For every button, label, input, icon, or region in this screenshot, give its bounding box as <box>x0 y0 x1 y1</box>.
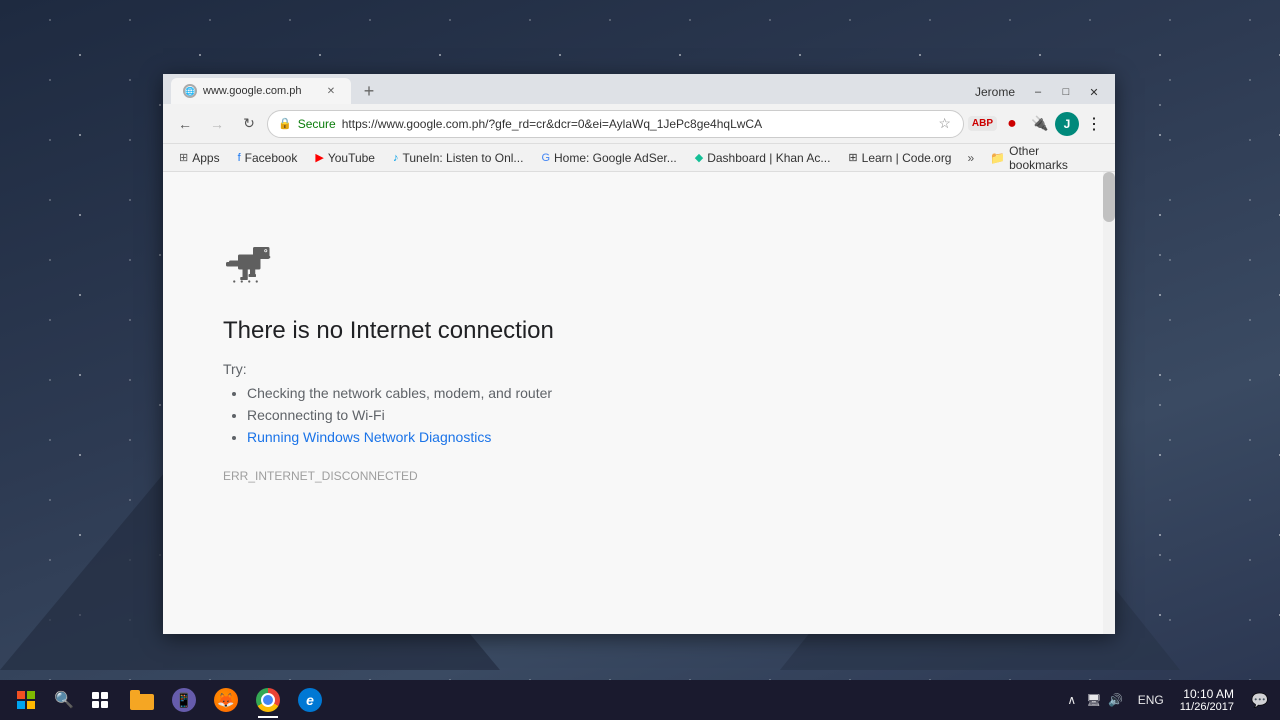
suggestion-1: Checking the network cables, modem, and … <box>247 385 1055 401</box>
network-icon[interactable]: 🖥 <box>1084 690 1104 710</box>
windows-logo-icon <box>17 691 35 709</box>
lastpass-button[interactable]: ● <box>999 111 1025 137</box>
error-code: ERR_INTERNET_DISCONNECTED <box>223 469 1055 483</box>
notification-button[interactable]: 💬 <box>1246 680 1274 720</box>
code-icon: ⊞ <box>848 151 857 164</box>
bookmark-google-ads-label: Home: Google AdSer... <box>554 151 677 165</box>
error-suggestions: Checking the network cables, modem, and … <box>223 385 1055 445</box>
google-icon: G <box>541 152 550 164</box>
suggestion-3[interactable]: Running Windows Network Diagnostics <box>247 429 1055 445</box>
taskbar-edge[interactable]: e <box>290 680 330 720</box>
maximize-button[interactable]: □ <box>1053 82 1079 102</box>
tab-close-button[interactable]: ✕ <box>323 83 339 99</box>
title-bar: 🌐 www.google.com.ph ✕ + Jerome – □ ✕ <box>163 74 1115 104</box>
window-controls: Jerome – □ ✕ <box>975 82 1107 102</box>
task-view-icon <box>92 692 108 708</box>
page-content: There is no Internet connection Try: Che… <box>163 172 1115 634</box>
task-view-button[interactable] <box>82 682 118 718</box>
bookmark-youtube-label: YouTube <box>328 151 375 165</box>
bookmark-youtube[interactable]: ▶ YouTube <box>307 148 383 168</box>
bookmark-code[interactable]: ⊞ Learn | Code.org <box>840 148 959 168</box>
taskbar-chrome[interactable] <box>248 680 288 720</box>
minimize-button[interactable]: – <box>1025 82 1051 102</box>
secure-label: Secure <box>298 117 336 131</box>
chrome-icon <box>256 688 280 712</box>
scrollbar[interactable] <box>1103 172 1115 634</box>
bookmark-google-ads[interactable]: G Home: Google AdSer... <box>533 148 684 168</box>
bookmark-code-label: Learn | Code.org <box>862 151 952 165</box>
facebook-icon: f <box>238 152 241 164</box>
suggestion-2: Reconnecting to Wi-Fi <box>247 407 1055 423</box>
tray-up-arrow[interactable]: ∧ <box>1062 690 1082 710</box>
tab-label: www.google.com.ph <box>203 85 301 97</box>
desktop: 🌐 www.google.com.ph ✕ + Jerome – □ ✕ ← →… <box>0 0 1280 720</box>
tunein-icon: ♪ <box>393 152 399 164</box>
network-diagnostics-link[interactable]: Running Windows Network Diagnostics <box>247 429 491 445</box>
tab-favicon: 🌐 <box>183 84 197 98</box>
youtube-icon: ▶ <box>315 151 323 164</box>
search-button[interactable]: 🔍 <box>46 682 82 718</box>
error-title: There is no Internet connection <box>223 317 1055 345</box>
bookmark-tunein-label: TuneIn: Listen to Onl... <box>402 151 523 165</box>
user-avatar[interactable]: J <box>1055 112 1079 136</box>
clock-time: 10:10 AM <box>1183 687 1234 701</box>
dino-icon <box>223 232 283 292</box>
menu-button[interactable]: ⋮ <box>1081 111 1107 137</box>
forward-button[interactable]: → <box>203 110 231 138</box>
extension-button[interactable]: 🔌 <box>1027 111 1053 137</box>
bookmark-tunein[interactable]: ♪ TuneIn: Listen to Onl... <box>385 148 531 168</box>
user-name-label: Jerome <box>975 85 1015 99</box>
adblock-plus-button[interactable]: ABP <box>968 116 997 131</box>
bookmark-facebook[interactable]: f Facebook <box>230 148 306 168</box>
bookmarks-bar: ⊞ Apps f Facebook ▶ YouTube ♪ TuneIn: Li… <box>163 144 1115 172</box>
dino-container <box>223 232 1055 297</box>
other-bookmarks-label: Other bookmarks <box>1009 144 1099 172</box>
taskbar-right-section: ∧ 🖥 🔊 ENG 10:10 AM 11/26/2017 💬 <box>1058 680 1274 720</box>
language-indicator[interactable]: ENG <box>1134 693 1168 707</box>
taskbar: 🔍 📱 🦊 <box>0 680 1280 720</box>
bookmark-apps-label: Apps <box>192 151 219 165</box>
clock-display[interactable]: 10:10 AM 11/26/2017 <box>1172 687 1242 713</box>
browser-window: 🌐 www.google.com.ph ✕ + Jerome – □ ✕ ← →… <box>163 74 1115 634</box>
address-bar[interactable]: 🔒 Secure https://www.google.com.ph/?gfe_… <box>267 110 964 138</box>
bookmark-apps[interactable]: ⊞ Apps <box>171 148 228 168</box>
khan-icon: ◆ <box>695 151 703 164</box>
clock-date: 11/26/2017 <box>1180 701 1234 713</box>
edge-icon: e <box>298 688 322 712</box>
firefox-icon: 🦊 <box>214 688 238 712</box>
scrollbar-thumb[interactable] <box>1103 172 1115 222</box>
bookmark-khan-label: Dashboard | Khan Ac... <box>707 151 830 165</box>
close-button[interactable]: ✕ <box>1081 82 1107 102</box>
taskbar-viber[interactable]: 📱 <box>164 680 204 720</box>
error-try-label: Try: <box>223 361 1055 377</box>
refresh-button[interactable]: ↻ <box>235 110 263 138</box>
bookmark-khan[interactable]: ◆ Dashboard | Khan Ac... <box>687 148 839 168</box>
apps-icon: ⊞ <box>179 151 188 164</box>
error-content: There is no Internet connection Try: Che… <box>163 172 1115 543</box>
viber-icon: 📱 <box>172 688 196 712</box>
url-display[interactable]: https://www.google.com.ph/?gfe_rd=cr&dcr… <box>342 117 931 131</box>
navigation-bar: ← → ↻ 🔒 Secure https://www.google.com.ph… <box>163 104 1115 144</box>
bookmark-folder-icon: 📁 <box>990 151 1005 165</box>
new-tab-button[interactable]: + <box>355 78 383 104</box>
taskbar-firefox[interactable]: 🦊 <box>206 680 246 720</box>
bookmark-facebook-label: Facebook <box>245 151 298 165</box>
taskbar-app-icons: 📱 🦊 e <box>122 680 330 720</box>
other-bookmarks-folder[interactable]: 📁 Other bookmarks <box>982 141 1107 175</box>
start-button[interactable] <box>6 680 46 720</box>
bookmark-star-button[interactable]: ☆ <box>936 113 953 134</box>
taskbar-file-explorer[interactable] <box>122 680 162 720</box>
browser-tab[interactable]: 🌐 www.google.com.ph ✕ <box>171 78 351 104</box>
volume-icon[interactable]: 🔊 <box>1106 690 1126 710</box>
system-tray: ∧ 🖥 🔊 <box>1058 690 1130 710</box>
extension-icons: ABP ● 🔌 J ⋮ <box>968 111 1107 137</box>
back-button[interactable]: ← <box>171 110 199 138</box>
secure-indicator: 🔒 <box>278 117 292 130</box>
more-bookmarks-button[interactable]: » <box>961 148 980 168</box>
